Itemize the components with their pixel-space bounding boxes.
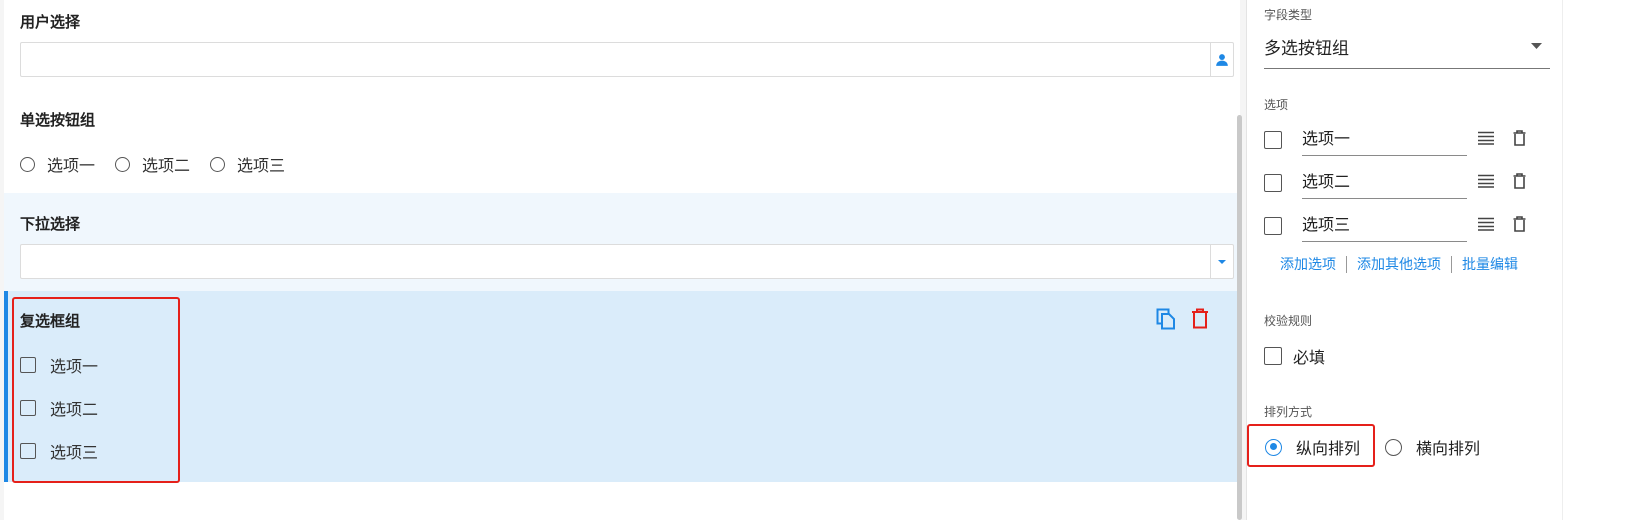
trash-icon	[1192, 308, 1208, 329]
canvas-scrollbar[interactable]	[1237, 115, 1242, 520]
option-input[interactable]: 选项一	[1302, 119, 1467, 156]
selection-indicator	[4, 291, 8, 482]
properties-panel: 字段类型 多选按钮组 选项 选项一 选项二 选项三 添加选项 添加其他选项 批量…	[1246, 0, 1645, 520]
dropdown-select[interactable]	[20, 244, 1234, 279]
copy-icon	[1156, 308, 1175, 330]
batch-edit-link[interactable]: 批量编辑	[1462, 254, 1518, 274]
add-option-link[interactable]: 添加选项	[1280, 254, 1336, 274]
trash-icon[interactable]	[1513, 216, 1526, 232]
radio-option[interactable]: 选项三	[210, 152, 285, 176]
option-row: 选项一	[1264, 119, 1544, 159]
radio-option[interactable]: 选项一	[20, 152, 95, 176]
option-row: 选项二	[1264, 162, 1544, 202]
copy-field-button[interactable]	[1156, 308, 1176, 334]
field-type-value: 多选按钮组	[1264, 38, 1349, 59]
option-default-checkbox[interactable]	[1264, 174, 1282, 192]
option-actions: 添加选项 添加其他选项 批量编辑	[1280, 254, 1518, 274]
layout-label: 排列方式	[1264, 405, 1313, 419]
drag-handle-icon[interactable]	[1478, 131, 1494, 145]
person-icon	[1216, 53, 1228, 66]
highlight-box	[12, 297, 180, 483]
field-checkbox-group[interactable]: 复选框组 选项一 选项二 选项三	[4, 291, 1240, 482]
option-input[interactable]: 选项二	[1302, 162, 1467, 199]
panel-scrollbar[interactable]	[1562, 0, 1569, 520]
trash-icon[interactable]	[1513, 130, 1526, 146]
required-checkbox[interactable]	[1264, 347, 1282, 365]
radio-option-label: 选项二	[142, 156, 191, 175]
options-label: 选项	[1264, 98, 1289, 112]
user-select-input[interactable]	[20, 42, 1234, 77]
option-input[interactable]: 选项三	[1302, 205, 1467, 242]
layout-horizontal-label: 横向排列	[1416, 439, 1481, 458]
radio-options: 选项一 选项二 选项三	[20, 152, 305, 176]
divider	[1346, 255, 1347, 273]
form-canvas: 用户选择 单选按钮组 选项一 选项二 选项三 下拉选择 复选框组 选项一 选项二…	[4, 0, 1240, 520]
option-default-checkbox[interactable]	[1264, 217, 1282, 235]
validation-label: 校验规则	[1264, 314, 1313, 328]
field-type-label: 字段类型	[1264, 8, 1313, 22]
field-user-select[interactable]: 用户选择	[4, 0, 1240, 100]
radio-circle[interactable]	[115, 156, 131, 172]
divider	[1451, 255, 1452, 273]
caret-down-icon	[1531, 43, 1542, 49]
delete-field-button[interactable]	[1191, 308, 1209, 333]
radio-circle[interactable]	[1385, 438, 1402, 456]
field-type-select[interactable]: 多选按钮组	[1264, 24, 1550, 69]
option-row: 选项三	[1264, 205, 1544, 245]
dropdown-toggle[interactable]	[1210, 245, 1233, 278]
field-radio-group[interactable]: 单选按钮组 选项一 选项二 选项三	[4, 100, 1240, 193]
radio-circle[interactable]	[20, 156, 35, 172]
drag-handle-icon[interactable]	[1478, 174, 1494, 188]
field-dropdown[interactable]: 下拉选择	[4, 193, 1240, 291]
radio-circle[interactable]	[210, 156, 226, 172]
required-label: 必填	[1293, 348, 1326, 367]
field-label: 下拉选择	[20, 215, 81, 233]
highlight-box	[1247, 424, 1375, 467]
radio-option-label: 选项三	[237, 156, 286, 175]
layout-horizontal-option[interactable]: 横向排列	[1385, 435, 1480, 459]
field-label: 用户选择	[20, 13, 81, 31]
radio-option-label: 选项一	[47, 156, 96, 175]
caret-down-icon	[1218, 259, 1226, 264]
option-default-checkbox[interactable]	[1264, 131, 1282, 149]
field-label: 单选按钮组	[20, 111, 96, 129]
drag-handle-icon[interactable]	[1478, 217, 1494, 231]
add-other-option-link[interactable]: 添加其他选项	[1357, 254, 1441, 274]
user-picker-button[interactable]	[1210, 43, 1233, 76]
trash-icon[interactable]	[1513, 173, 1526, 189]
radio-option[interactable]: 选项二	[115, 152, 190, 176]
required-checkbox-row[interactable]: 必填	[1264, 344, 1325, 368]
